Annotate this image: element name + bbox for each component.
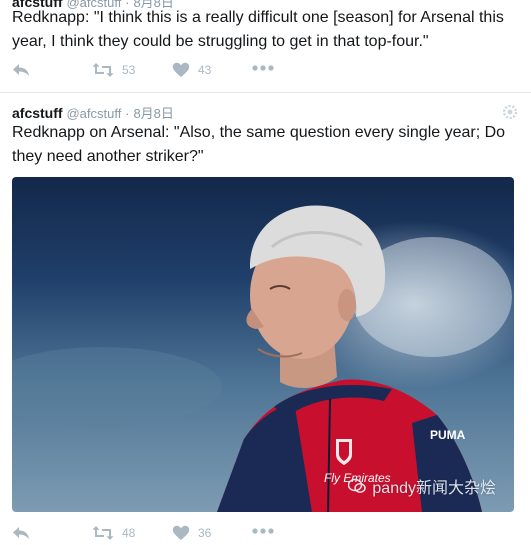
more-button[interactable] [252, 64, 274, 72]
watermark-text: pandy新闻大杂烩 [372, 480, 496, 497]
like-count: 43 [198, 63, 212, 77]
more-icon [252, 65, 274, 71]
watermark: pandy新闻大杂烩 [348, 474, 496, 498]
wechat-icon [348, 478, 367, 493]
reply-icon [13, 64, 29, 76]
heart-icon [172, 62, 190, 77]
retweet-count: 53 [122, 63, 136, 77]
reply-icon [13, 527, 29, 539]
tweet-text: Redknapp on Arsenal: "Also, the same que… [12, 124, 506, 165]
tweet-photo[interactable]: Fly Emirates PUMA pandy新闻大杂烩 [12, 177, 514, 512]
reply-button[interactable] [12, 62, 30, 78]
tweet-card: afcstuff @afcstuff · 8月8日 Redknapp: "I t… [0, 0, 531, 93]
author-name[interactable]: afcstuff [12, 105, 63, 121]
photo-illustration: Fly Emirates PUMA [12, 205, 512, 512]
like-count: 36 [198, 526, 212, 540]
separator-dot: · [125, 106, 130, 121]
retweet-count: 48 [122, 526, 136, 540]
gear-icon[interactable] [503, 105, 517, 119]
retweet-button[interactable]: 48 [92, 525, 135, 541]
more-button[interactable] [252, 527, 274, 535]
heart-icon [172, 525, 190, 540]
retweet-button[interactable]: 53 [92, 62, 135, 78]
author-handle[interactable]: @afcstuff [66, 106, 121, 121]
tweet-card: afcstuff @afcstuff · 8月8日 Redknapp on Ar… [0, 93, 531, 540]
retweet-icon [92, 63, 114, 77]
tweet-text: Redknapp: "I think this is a really diff… [12, 9, 504, 50]
reply-button[interactable] [12, 525, 30, 541]
tweet-date[interactable]: 8月8日 [133, 106, 173, 121]
like-button[interactable]: 43 [172, 62, 211, 78]
jersey-brand-text: PUMA [430, 428, 466, 442]
like-button[interactable]: 36 [172, 525, 211, 541]
more-icon [252, 528, 274, 534]
tweet-header: afcstuff @afcstuff · 8月8日 [12, 103, 174, 122]
retweet-icon [92, 526, 114, 540]
